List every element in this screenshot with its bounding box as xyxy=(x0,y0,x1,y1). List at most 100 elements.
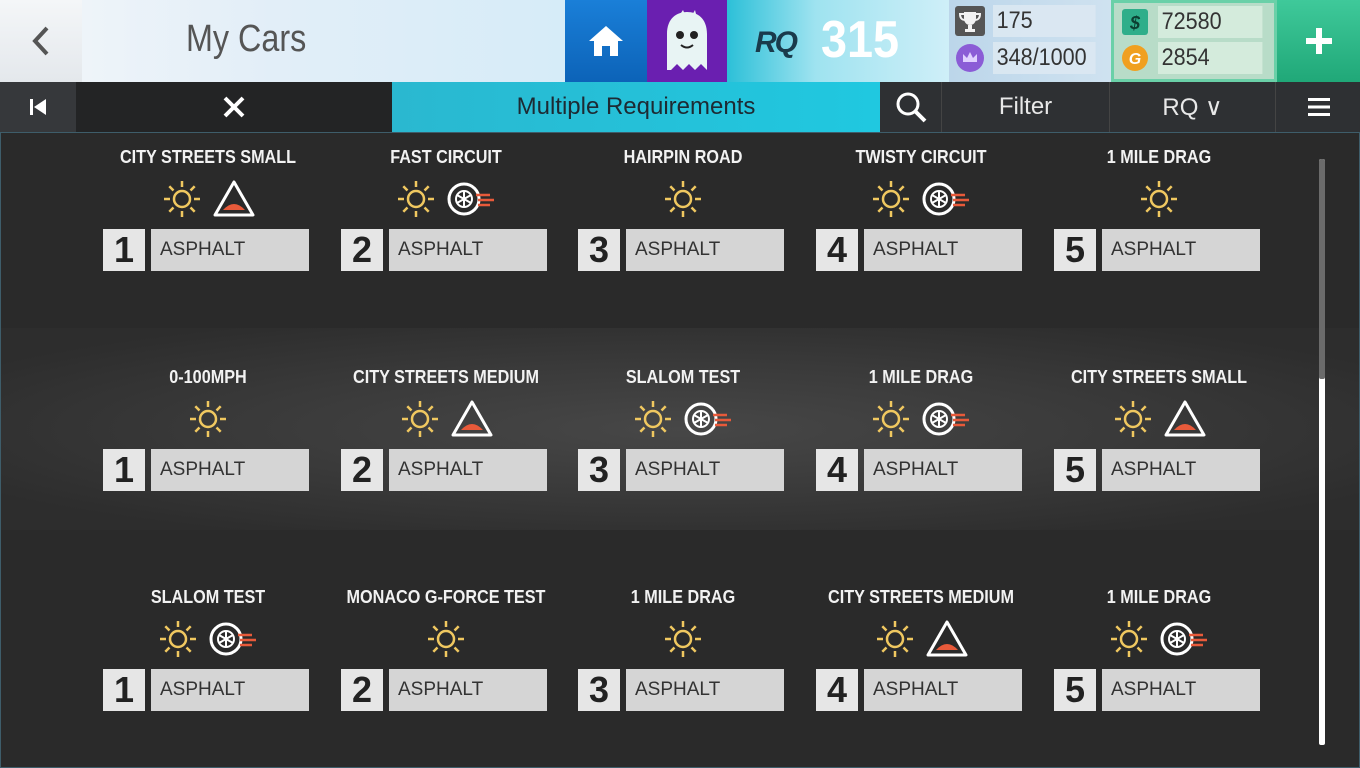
surface-slot[interactable]: ASPHALT xyxy=(864,449,1022,491)
event-card[interactable]: 1 MILE DRAG 5 ASPHALT xyxy=(1054,133,1264,273)
sun-icon xyxy=(661,177,705,221)
tire-icon xyxy=(1159,619,1211,659)
search-button[interactable] xyxy=(880,82,942,132)
event-card[interactable]: CITY STREETS SMALL 1 ASPHALT xyxy=(103,133,313,273)
event-name: FAST CIRCUIT xyxy=(390,147,502,167)
tab-multiple-requirements[interactable]: Multiple Requirements xyxy=(392,82,880,132)
surface-slot[interactable]: ASPHALT xyxy=(389,449,547,491)
crowns-stat: 348/1000 xyxy=(953,41,1107,75)
search-icon xyxy=(896,92,926,123)
skip-to-start-button[interactable] xyxy=(0,82,76,132)
scrollbar-thumb[interactable] xyxy=(1319,159,1325,379)
close-button[interactable] xyxy=(76,82,392,132)
trophies-stat: 175 xyxy=(953,4,1107,38)
event-conditions xyxy=(103,177,313,221)
event-card[interactable]: TWISTY CIRCUIT 4 ASPHALT xyxy=(816,133,1026,273)
home-icon xyxy=(589,26,623,56)
event-card[interactable]: SLALOM TEST 3 ASPHALT xyxy=(578,353,788,493)
event-name: 1 MILE DRAG xyxy=(1106,587,1212,607)
event-card[interactable]: CITY STREETS SMALL 5 ASPHALT xyxy=(1054,353,1264,493)
gold-value: 2854 xyxy=(1158,42,1263,74)
sun-icon xyxy=(1137,177,1181,221)
surface-slot[interactable]: ASPHALT xyxy=(626,449,784,491)
bump-icon xyxy=(925,619,969,659)
event-card[interactable]: CITY STREETS MEDIUM 4 ASPHALT xyxy=(816,573,1026,713)
event-conditions xyxy=(341,177,551,221)
event-name: 1 MILE DRAG xyxy=(1106,147,1212,167)
event-conditions xyxy=(1054,397,1264,441)
home-button[interactable] xyxy=(565,0,647,82)
surface-slot[interactable]: ASPHALT xyxy=(389,229,547,271)
sun-icon xyxy=(1107,617,1151,661)
event-name: TWISTY CIRCUIT xyxy=(855,147,987,167)
crowns-value: 348/1000 xyxy=(993,42,1096,74)
surface-slot[interactable]: ASPHALT xyxy=(864,229,1022,271)
surface-slot[interactable]: ASPHALT xyxy=(1102,229,1260,271)
add-currency-button[interactable] xyxy=(1277,0,1360,82)
surface-slot[interactable]: ASPHALT xyxy=(389,669,547,711)
surface-slot[interactable]: ASPHALT xyxy=(1102,669,1260,711)
event-number: 4 xyxy=(816,449,858,491)
rq-display: RQ 315 xyxy=(727,0,949,82)
bump-icon xyxy=(450,399,494,439)
event-card[interactable]: CITY STREETS MEDIUM 2 ASPHALT xyxy=(341,353,551,493)
svg-text:G: G xyxy=(1129,51,1141,68)
event-number: 2 xyxy=(341,449,383,491)
event-number: 1 xyxy=(103,449,145,491)
sun-icon xyxy=(394,177,438,221)
tire-icon xyxy=(683,399,735,439)
surface-slot[interactable]: ASPHALT xyxy=(1102,449,1260,491)
event-card[interactable]: 1 MILE DRAG 3 ASPHALT xyxy=(578,573,788,713)
tire-icon xyxy=(921,179,973,219)
cash-value: 72580 xyxy=(1158,6,1263,38)
event-card[interactable]: 1 MILE DRAG 5 ASPHALT xyxy=(1054,573,1264,713)
sun-icon xyxy=(661,617,705,661)
surface-slot[interactable]: ASPHALT xyxy=(151,669,309,711)
event-card[interactable]: 1 MILE DRAG 4 ASPHALT xyxy=(816,353,1026,493)
event-name: SLALOM TEST xyxy=(150,587,266,607)
event-name: CITY STREETS MEDIUM xyxy=(352,367,540,387)
sun-icon xyxy=(631,397,675,441)
event-conditions xyxy=(816,397,1026,441)
surface-slot[interactable]: ASPHALT xyxy=(151,229,309,271)
event-name: CITY STREETS SMALL xyxy=(1070,367,1248,387)
back-button[interactable] xyxy=(0,0,82,82)
event-card[interactable]: MONACO G-FORCE TEST 2 ASPHALT xyxy=(341,573,551,713)
sun-icon xyxy=(869,397,913,441)
event-number: 5 xyxy=(1054,229,1096,271)
surface-slot[interactable]: ASPHALT xyxy=(626,669,784,711)
sort-button[interactable]: RQ ∨ xyxy=(1110,82,1276,132)
sun-icon xyxy=(156,617,200,661)
event-number: 3 xyxy=(578,449,620,491)
sun-icon xyxy=(160,177,204,221)
event-number: 1 xyxy=(103,229,145,271)
filter-button[interactable]: Filter xyxy=(942,82,1110,132)
surface-slot[interactable]: ASPHALT xyxy=(151,449,309,491)
svg-text:$: $ xyxy=(1129,13,1141,33)
tire-icon xyxy=(446,179,498,219)
event-name: MONACO G-FORCE TEST xyxy=(346,587,546,607)
event-number: 2 xyxy=(341,229,383,271)
trophies-value: 175 xyxy=(993,5,1096,37)
sun-icon xyxy=(873,617,917,661)
event-name: SLALOM TEST xyxy=(625,367,741,387)
surface-slot[interactable]: ASPHALT xyxy=(626,229,784,271)
currency-panel[interactable]: $ 72580 G 2854 xyxy=(1111,0,1277,82)
event-card[interactable]: 0-100MPH 1 ASPHALT xyxy=(103,353,313,493)
surface-slot[interactable]: ASPHALT xyxy=(864,669,1022,711)
event-conditions xyxy=(341,397,551,441)
event-name: 1 MILE DRAG xyxy=(868,367,974,387)
event-card[interactable]: SLALOM TEST 1 ASPHALT xyxy=(103,573,313,713)
menu-button[interactable] xyxy=(1277,82,1360,132)
gold-icon: G xyxy=(1122,45,1148,71)
rq-label: RQ xyxy=(755,26,798,59)
sun-icon xyxy=(398,397,442,441)
event-card[interactable]: FAST CIRCUIT 2 ASPHALT xyxy=(341,133,551,273)
skip-back-icon xyxy=(30,99,46,115)
sun-icon xyxy=(1111,397,1155,441)
event-name: CITY STREETS MEDIUM xyxy=(827,587,1015,607)
avatar[interactable] xyxy=(647,0,727,82)
event-conditions xyxy=(103,617,313,661)
event-conditions xyxy=(578,397,788,441)
event-card[interactable]: HAIRPIN ROAD 3 ASPHALT xyxy=(578,133,788,273)
